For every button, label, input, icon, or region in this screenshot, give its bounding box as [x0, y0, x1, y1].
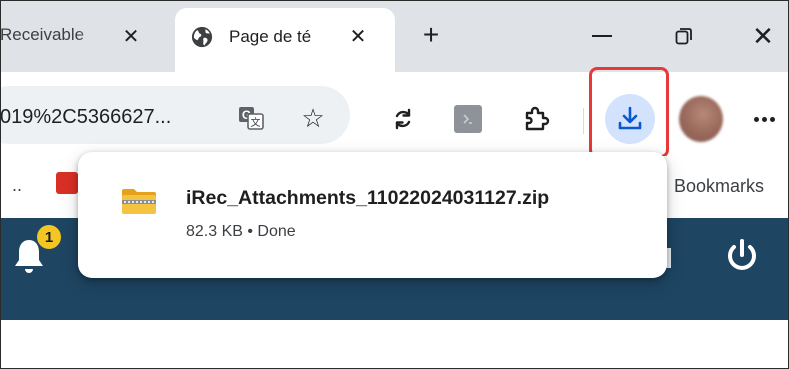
browser-window: Receivable ✕ Page de té ✕ + ✕ 019%2C5366…: [0, 0, 789, 369]
url-text[interactable]: 019%2C5366627...: [0, 106, 171, 129]
puzzle-icon[interactable]: [520, 103, 552, 135]
tab-title: Page de té: [229, 27, 331, 47]
new-tab-button[interactable]: +: [416, 19, 446, 50]
sync-icon[interactable]: [388, 104, 418, 134]
download-bubble: iRec_Attachments_11022024031127.zip 82.3…: [78, 152, 667, 278]
globe-icon: [191, 26, 213, 48]
zip-folder-icon: [120, 188, 158, 216]
bookmarks-overflow[interactable]: ..: [12, 175, 22, 196]
tab-receivable[interactable]: Receivable ✕: [0, 0, 168, 72]
profile-avatar[interactable]: [679, 96, 723, 142]
bookmark-favicon-icon[interactable]: [56, 172, 78, 194]
toolbar-separator: [583, 108, 584, 134]
minimize-icon: [592, 35, 612, 37]
all-bookmarks-label[interactable]: Bookmarks: [674, 176, 764, 197]
tab-title: Receivable: [0, 25, 103, 45]
download-file-name[interactable]: iRec_Attachments_11022024031127.zip: [186, 187, 549, 210]
tab-close-button[interactable]: ✕: [345, 23, 371, 49]
download-status: 82.3 KB • Done: [186, 223, 296, 240]
minimize-button[interactable]: [584, 18, 620, 54]
power-icon[interactable]: [722, 236, 762, 276]
download-highlight-box: [589, 67, 669, 158]
restore-button[interactable]: [666, 18, 702, 54]
tab-close-button[interactable]: ✕: [118, 23, 144, 49]
svg-text:文: 文: [251, 116, 261, 129]
menu-icon[interactable]: [752, 102, 776, 136]
tab-page-de-te[interactable]: Page de té ✕: [175, 8, 395, 72]
window-close-button[interactable]: ✕: [745, 18, 781, 54]
page-body: [0, 320, 789, 369]
extension-icon[interactable]: [454, 105, 482, 133]
notification-badge: 1: [37, 225, 61, 249]
bookmark-star-icon[interactable]: ☆: [297, 102, 329, 134]
restore-icon: [675, 28, 692, 45]
tab-strip: Receivable ✕ Page de té ✕ + ✕: [0, 0, 789, 72]
translate-icon[interactable]: G 文: [236, 103, 266, 133]
